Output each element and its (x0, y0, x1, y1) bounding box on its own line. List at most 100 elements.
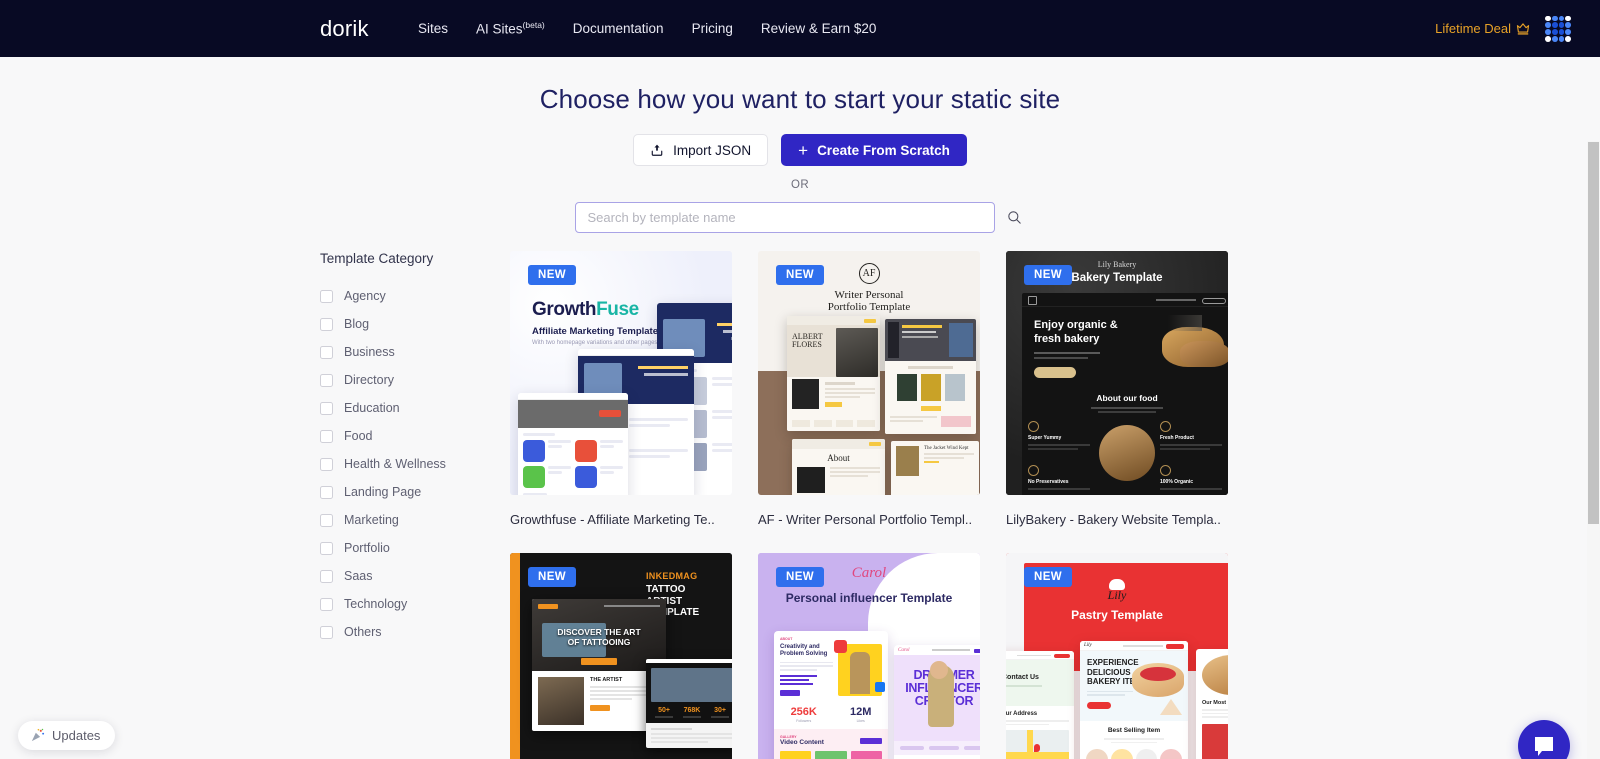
chat-widget-button[interactable] (1518, 720, 1570, 759)
template-card[interactable]: Carol Personal influencer Template ABOUT (758, 553, 980, 759)
header-actions: Lifetime Deal (1435, 0, 1572, 57)
category-label: Health & Wellness (344, 457, 446, 471)
category-label: Agency (344, 289, 386, 303)
artwork-contact: Contact Us (1006, 674, 1039, 681)
lifetime-deal-link[interactable]: Lifetime Deal (1435, 21, 1530, 36)
category-checkbox[interactable] (320, 569, 333, 583)
template-card[interactable]: Lily Bakery Bakery Template Enjoy organi… (1006, 251, 1228, 527)
artwork-tagline: Personal influencer Template (785, 591, 953, 605)
avatar-dot (1565, 22, 1571, 28)
category-filter-item[interactable]: Saas (320, 562, 495, 590)
template-thumbnail: Lily Pastry Template Contact Us (1006, 553, 1228, 759)
avatar[interactable] (1544, 14, 1572, 43)
category-filter-item[interactable]: Portfolio (320, 534, 495, 562)
templates-section: Template Category Agency Blog Business Dire… (0, 251, 1600, 759)
category-checkbox[interactable] (320, 485, 333, 499)
updates-label: Updates (52, 728, 101, 743)
category-checkbox[interactable] (320, 401, 333, 415)
category-filter-item[interactable]: Technology (320, 590, 495, 618)
avatar-dot (1551, 29, 1558, 35)
page-title: Choose how you want to start your static… (539, 84, 1061, 114)
category-label: Portfolio (344, 541, 390, 555)
category-checkbox[interactable] (320, 429, 333, 443)
template-card[interactable]: Lily Pastry Template Contact Us (1006, 553, 1228, 759)
category-checkbox[interactable] (320, 513, 333, 527)
avatar-dot (1565, 35, 1571, 42)
category-label: Technology (344, 597, 408, 611)
artwork-feature-4: 100% Organic (1160, 479, 1194, 485)
category-checkbox[interactable] (320, 625, 333, 639)
category-filter-item[interactable]: Directory (320, 366, 495, 394)
confetti-icon (31, 728, 45, 742)
category-filter-item[interactable]: Food (320, 422, 495, 450)
artwork-hero-2: DELICIOUS (1087, 667, 1131, 677)
updates-widget[interactable]: Updates (18, 721, 116, 750)
main-nav: Sites AI Sites(beta) Documentation Prici… (418, 0, 876, 57)
nav-label: Review & Earn $20 (760, 21, 877, 36)
nav-item-review-earn[interactable]: Review & Earn $20 (761, 21, 877, 36)
category-filter-item[interactable]: Marketing (320, 506, 495, 534)
avatar-dot (1565, 29, 1571, 35)
template-card[interactable]: GrowthFuse Affiliate Marketing Template … (510, 251, 732, 527)
avatar-dot (1551, 35, 1558, 42)
category-filter-item[interactable]: Health & Wellness (320, 450, 495, 478)
category-filter-item[interactable]: Others (320, 618, 495, 646)
category-filter-item[interactable]: Education (320, 394, 495, 422)
category-filter-item[interactable]: Agency (320, 282, 495, 310)
category-label: Directory (344, 373, 395, 387)
artwork-feature-1: Super Yummy (1028, 435, 1062, 441)
template-card[interactable]: INKEDMAG TATTOO ARTIST TEMPLATE (510, 553, 732, 759)
nav-item-ai-sites[interactable]: AI Sites(beta) (476, 20, 545, 37)
import-json-button[interactable]: Import JSON (633, 134, 769, 166)
category-label: Others (344, 625, 382, 639)
artwork-feature-2: Fresh Product (1160, 435, 1194, 441)
template-card[interactable]: AF Writer Personal Portfolio Template AL (758, 251, 980, 527)
avatar-dot (1565, 15, 1571, 22)
template-title: AF - Writer Personal Portfolio Templ.. (758, 512, 973, 527)
search-input[interactable] (574, 202, 995, 233)
avatar-dot (1545, 22, 1551, 28)
create-from-scratch-label: Create From Scratch (817, 142, 950, 158)
category-filter-item[interactable]: Blog (320, 310, 495, 338)
dorik-logo[interactable]: dorik (320, 16, 369, 42)
artwork-stat-2: 12M (850, 706, 872, 719)
new-badge: NEW (528, 567, 577, 587)
category-label: Education (344, 401, 400, 415)
nav-item-documentation[interactable]: Documentation (573, 21, 664, 36)
category-checkbox[interactable] (320, 289, 333, 303)
template-thumbnail: INKEDMAG TATTOO ARTIST TEMPLATE (510, 553, 732, 759)
nav-item-pricing[interactable]: Pricing (692, 21, 733, 36)
new-badge: NEW (776, 567, 825, 587)
create-from-scratch-button[interactable]: + Create From Scratch (781, 134, 967, 166)
lifetime-deal-label: Lifetime Deal (1435, 21, 1511, 36)
avatar-dot (1558, 15, 1565, 22)
new-badge: NEW (776, 265, 825, 285)
category-checkbox[interactable] (320, 373, 333, 387)
category-checkbox[interactable] (320, 317, 333, 331)
artwork-feature-3: No Preservatives (1028, 479, 1069, 485)
artwork-brand: GrowthFuse (532, 299, 658, 321)
nav-label: Sites (418, 21, 449, 36)
category-filter-item[interactable]: Business (320, 338, 495, 366)
page-scrollbar-thumb[interactable] (1588, 142, 1599, 524)
category-checkbox[interactable] (320, 597, 333, 611)
search-button[interactable] (1004, 205, 1026, 231)
category-label: Blog (344, 317, 370, 331)
bakery-artwork: Lily Bakery Bakery Template Enjoy organi… (1006, 251, 1228, 495)
new-badge: NEW (528, 265, 577, 285)
top-navigation-bar: dorik Sites AI Sites(beta) Documentation… (0, 0, 1600, 57)
artwork-tagline: Pastry Template (1071, 608, 1163, 622)
category-checkbox[interactable] (320, 345, 333, 359)
avatar-dot (1558, 35, 1565, 42)
category-checkbox[interactable] (320, 541, 333, 555)
category-label: Landing Page (344, 485, 422, 499)
artwork-hero-2: OF TATTOOING (567, 637, 631, 648)
chat-bubble-icon (1535, 736, 1553, 756)
category-filter-item[interactable]: Landing Page (320, 478, 495, 506)
artwork-address: Our Address (1006, 711, 1038, 717)
nav-item-sites[interactable]: Sites (418, 21, 448, 36)
import-json-label: Import JSON (673, 142, 752, 158)
nav-label: AI Sites (476, 21, 523, 37)
category-checkbox[interactable] (320, 457, 333, 471)
category-label: Saas (344, 569, 373, 583)
